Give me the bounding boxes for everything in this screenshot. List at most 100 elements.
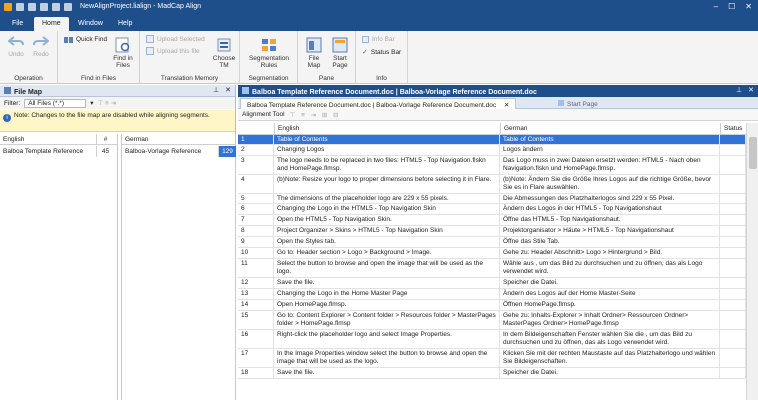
status-bar-check-icon[interactable]: ✓: [362, 48, 368, 56]
quick-find-button[interactable]: Quick Find: [64, 35, 107, 44]
alignment-row[interactable]: 13 Changing the Logo in the Home Master P…: [238, 289, 746, 300]
row-number[interactable]: 16: [238, 330, 274, 348]
redo-button[interactable]: Redo: [30, 35, 52, 58]
german-segment[interactable]: Speicher die Datei.: [500, 368, 720, 378]
english-segment[interactable]: Open HomePage.flmsp.: [274, 300, 500, 310]
row-number[interactable]: 15: [238, 311, 274, 329]
german-segment[interactable]: Öffne das Stile Tab.: [500, 237, 720, 247]
english-segment[interactable]: The logo needs to be replaced in two fil…: [274, 156, 500, 174]
vertical-scrollbar[interactable]: [746, 123, 758, 400]
german-segment[interactable]: Das Logo muss in zwei Dateien ersetzt we…: [500, 156, 720, 174]
redo-icon[interactable]: [52, 3, 60, 11]
alignment-row[interactable]: 15 Go to: Content Explorer > Content fold…: [238, 311, 746, 330]
english-segment[interactable]: (b)Note: Resize your logo to proper dime…: [274, 175, 500, 193]
german-segment[interactable]: Table of Contents: [500, 135, 720, 144]
row-number[interactable]: 1: [238, 135, 274, 144]
english-file-row[interactable]: Balboa Template Reference 45: [0, 146, 117, 157]
alignment-row[interactable]: 9 Open the Styles tab. Öffne das Stile Tab…: [238, 237, 746, 248]
upload-selected-button[interactable]: Upload Selected: [146, 35, 205, 43]
upload-file-button[interactable]: Upload this file: [146, 47, 200, 55]
english-segment[interactable]: Project Organizer > Skins > HTML5 - Top …: [274, 226, 500, 236]
pin-icon[interactable]: [28, 3, 36, 11]
tab-alignment-document[interactable]: Balboa Template Reference Document.doc |…: [240, 98, 517, 109]
alignment-row[interactable]: 2 Changing Logos Logos ändern: [238, 145, 746, 156]
row-number[interactable]: 12: [238, 278, 274, 288]
german-segment[interactable]: Die Abmessungen des Platzhalterlogos sin…: [500, 194, 720, 203]
english-segment[interactable]: In the Image Properties window select th…: [274, 349, 500, 367]
german-segment[interactable]: Gehe zu: Header Abschnitt> Logo > Hinter…: [500, 248, 720, 258]
alignment-row[interactable]: 11 Select the button to browse and open t…: [238, 259, 746, 278]
row-number[interactable]: 5: [238, 194, 274, 203]
pane-close-icon[interactable]: ✕: [225, 86, 231, 94]
filter-tools-icon[interactable]: ⊤ ≡ ⇥: [98, 99, 117, 107]
german-file-row[interactable]: Balboa-Vorlage Reference 129: [122, 146, 236, 157]
row-number[interactable]: 7: [238, 215, 274, 225]
german-segment[interactable]: Logos ändern: [500, 145, 720, 155]
english-segment[interactable]: Right-click the placeholder logo and sel…: [274, 330, 500, 348]
alignment-row[interactable]: 18 Save the file. Speicher die Datei.: [238, 368, 746, 379]
german-segment[interactable]: Öffnen HomePage.flmsp.: [500, 300, 720, 310]
row-number[interactable]: 9: [238, 237, 274, 247]
toolbar-icons[interactable]: ⊤ ≡ ⇥ ⊞ ⊟: [290, 111, 341, 119]
tab-window[interactable]: Window: [70, 17, 111, 31]
german-segment[interactable]: Öffne das HTML5 - Top Navigationshaut.: [500, 215, 720, 225]
alignment-row[interactable]: 7 Open the HTML5 - Top Navigation Skin. Öf…: [238, 215, 746, 226]
row-number[interactable]: 17: [238, 349, 274, 367]
segmentation-rules-button[interactable]: Segmentation Rules: [244, 37, 294, 69]
info-bar-checkbox[interactable]: [362, 36, 369, 43]
row-number[interactable]: 11: [238, 259, 274, 277]
german-segment[interactable]: Klicken Sie mit der rechten Maustaste au…: [500, 349, 720, 367]
german-segment[interactable]: (b)Note: Ändern Sie die Größe Ihres Logo…: [500, 175, 720, 193]
english-segment[interactable]: Table of Contents: [274, 135, 500, 144]
tab-file[interactable]: File: [4, 17, 31, 31]
doc-pin-icon[interactable]: ⊥: [736, 86, 742, 94]
undo-button[interactable]: Undo: [6, 35, 26, 58]
row-number[interactable]: 6: [238, 204, 274, 214]
german-segment[interactable]: Gehe zu: Inhalts-Explorer > Inhalt Ordne…: [500, 311, 720, 329]
status-bar-toggle[interactable]: ✓ Status Bar: [362, 48, 401, 57]
english-segment[interactable]: Changing the Logo in the HTML5 - Top Nav…: [274, 204, 500, 214]
row-number[interactable]: 13: [238, 289, 274, 299]
english-segment[interactable]: Open the Styles tab.: [274, 237, 500, 247]
info-bar-toggle[interactable]: Info Bar: [362, 36, 395, 43]
alignment-row[interactable]: 17 In the Image Properties window select …: [238, 349, 746, 368]
row-number[interactable]: 14: [238, 300, 274, 310]
tab-close-icon[interactable]: ✕: [504, 102, 509, 109]
pane-pin-icon[interactable]: ⊥: [213, 86, 219, 94]
row-number[interactable]: 2: [238, 145, 274, 155]
tab-home[interactable]: Home: [34, 17, 69, 31]
english-segment[interactable]: Go to: Content Explorer > Content folder…: [274, 311, 500, 329]
alignment-row[interactable]: 16 Right-click the placeholder logo and s…: [238, 330, 746, 349]
tab-help[interactable]: Help: [110, 17, 140, 31]
english-segment[interactable]: Changing Logos: [274, 145, 500, 155]
row-number[interactable]: 10: [238, 248, 274, 258]
alignment-row[interactable]: 10 Go to: Header section > Logo > Backgro…: [238, 248, 746, 259]
tab-start-page[interactable]: Start Page: [552, 98, 604, 109]
row-number[interactable]: 4: [238, 175, 274, 193]
english-segment[interactable]: Select the button to browse and open the…: [274, 259, 500, 277]
german-segment[interactable]: Projektorganisator > Häute > HTML5 - Top…: [500, 226, 720, 236]
undo-icon[interactable]: [40, 3, 48, 11]
alignment-row[interactable]: 5 The dimensions of the placeholder logo …: [238, 194, 746, 204]
start-page-button[interactable]: Start Page: [328, 37, 352, 69]
alignment-row[interactable]: 1 Table of Contents Table of Contents: [238, 135, 746, 145]
german-segment[interactable]: Speicher die Datei.: [500, 278, 720, 288]
english-segment[interactable]: Go to: Header section > Logo > Backgroun…: [274, 248, 500, 258]
alignment-row[interactable]: 6 Changing the Logo in the HTML5 - Top Na…: [238, 204, 746, 215]
doc-close-icon[interactable]: ✕: [748, 86, 754, 94]
english-segment[interactable]: The dimensions of the placeholder logo a…: [274, 194, 500, 203]
german-segment[interactable]: In dem Bildeigenschaften Fenster wählen …: [500, 330, 720, 348]
alignment-row[interactable]: 14 Open HomePage.flmsp. Öffnen HomePage.fl…: [238, 300, 746, 311]
german-segment[interactable]: Ändern des Logos auf der Home Master-Sei…: [500, 289, 720, 299]
row-number[interactable]: 18: [238, 368, 274, 378]
german-segment[interactable]: Ändern des Logos in der HTML5 - Top Navi…: [500, 204, 720, 214]
alignment-row[interactable]: 12 Save the file. Speicher die Datei.: [238, 278, 746, 289]
customize-icon[interactable]: [64, 3, 72, 11]
maximize-button[interactable]: ☐: [728, 2, 735, 11]
english-segment[interactable]: Open the HTML5 - Top Navigation Skin.: [274, 215, 500, 225]
choose-tm-button[interactable]: Choose TM: [212, 37, 236, 69]
german-segment[interactable]: Wähle aus , um das Bild zu durchsuchen u…: [500, 259, 720, 277]
english-segment[interactable]: Changing the Logo in the Home Master Pag…: [274, 289, 500, 299]
filter-dropdown-chevron-icon[interactable]: ▾: [90, 99, 93, 107]
filter-dropdown[interactable]: All Files (*.*): [24, 98, 87, 108]
